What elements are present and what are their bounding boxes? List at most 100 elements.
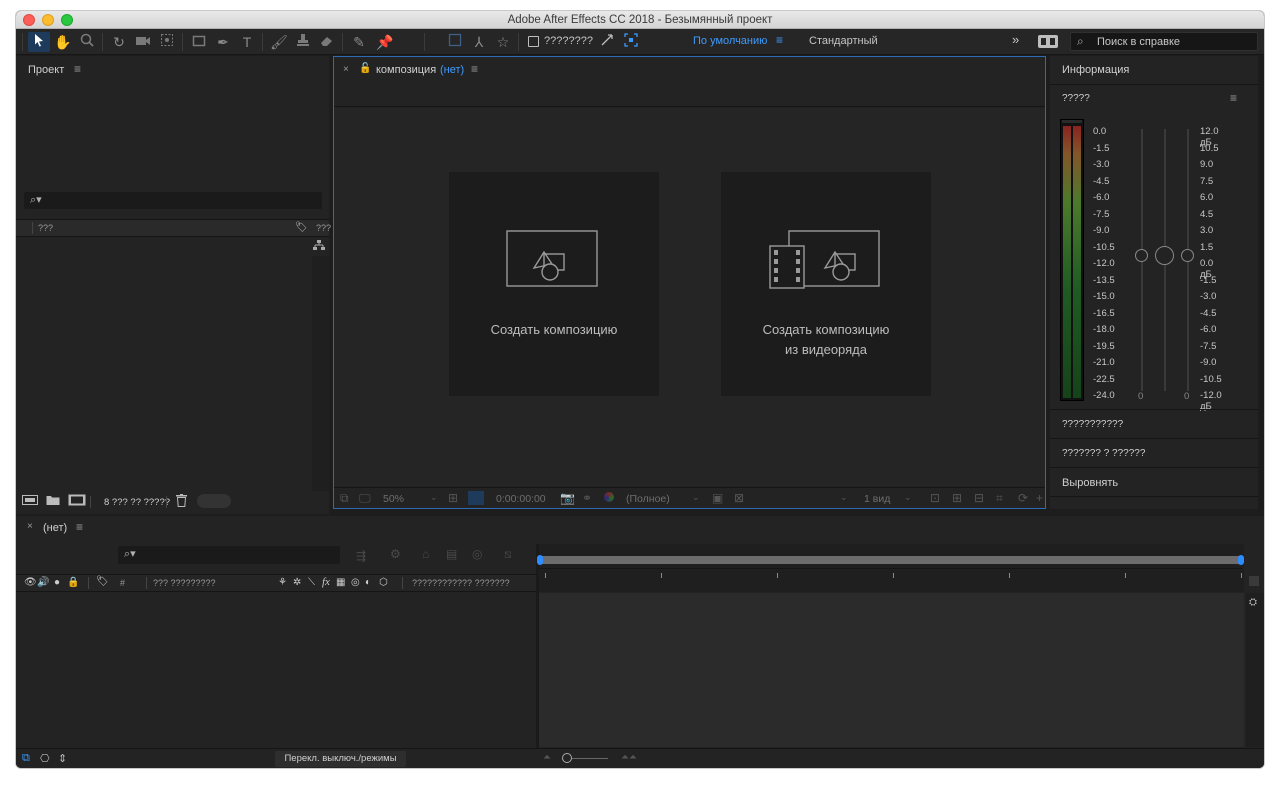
- snap-features-icon[interactable]: [620, 32, 642, 52]
- footer-slider[interactable]: [197, 494, 231, 508]
- reset-exposure-icon[interactable]: ⟳: [1018, 491, 1028, 505]
- graph-editor-icon[interactable]: ⧅: [504, 547, 512, 562]
- brush-tool-icon[interactable]: 🖌: [268, 32, 290, 52]
- zoom-in-mountains-icon[interactable]: ⏶⏶: [621, 752, 637, 763]
- world-axis-icon[interactable]: ⅄: [468, 32, 490, 52]
- label-tag-icon[interactable]: 🏷: [295, 222, 308, 233]
- motion-blur-switch-icon[interactable]: ◎: [351, 577, 360, 588]
- new-composition-card[interactable]: Создать композицию: [449, 172, 659, 396]
- bit-depth-button[interactable]: 8 ??? ?? ?????: [104, 497, 170, 508]
- frame-blend-switch-icon[interactable]: ▦: [336, 577, 345, 588]
- timeline-icon[interactable]: ⊟: [974, 491, 984, 505]
- chevron-down-icon[interactable]: ⌄: [692, 492, 700, 503]
- workspace-default[interactable]: По умолчанию: [693, 35, 767, 47]
- transparency-icon[interactable]: ⊠: [734, 491, 744, 505]
- new-composition-icon[interactable]: [68, 494, 86, 509]
- panel-menu-icon[interactable]: ≡: [1230, 91, 1237, 105]
- toggle-pixel-aspect-icon[interactable]: ⊡: [930, 491, 940, 505]
- left-channel-slider[interactable]: [1135, 249, 1148, 262]
- view-layout-dropdown[interactable]: 1 вид: [864, 493, 890, 505]
- timeline-search-input[interactable]: ⌕▾: [118, 546, 340, 564]
- lock-icon[interactable]: 🔒: [67, 577, 79, 588]
- help-search-box[interactable]: ⌕ Поиск в справке: [1070, 32, 1258, 51]
- zoom-slider-thumb[interactable]: [562, 753, 572, 763]
- timeline-graph-area[interactable]: [539, 593, 1244, 747]
- in-out-controls-icon[interactable]: ⇕: [58, 752, 67, 765]
- new-composition-from-footage-card[interactable]: Создать композицию из видеоряда: [721, 172, 931, 396]
- snap-edges-icon[interactable]: [596, 32, 618, 52]
- layer-switches-icon[interactable]: ⧉: [22, 752, 30, 765]
- section-effects-title[interactable]: ??????? ? ??????: [1062, 448, 1145, 459]
- info-panel-title[interactable]: Информация: [1062, 64, 1129, 76]
- toggle-switches-modes-button[interactable]: Перекл. выключ./режимы: [275, 751, 406, 767]
- more-workspaces-icon[interactable]: »: [1012, 32, 1019, 47]
- project-scrollbar[interactable]: [312, 256, 329, 491]
- rectangle-tool-icon[interactable]: [188, 32, 210, 52]
- pan-behind-tool-icon[interactable]: [156, 32, 178, 52]
- local-axis-icon[interactable]: [444, 32, 466, 52]
- section-preview-title[interactable]: ???????????: [1062, 419, 1123, 430]
- zoom-window-button[interactable]: [61, 14, 73, 26]
- rotate-tool-icon[interactable]: ↻: [108, 32, 130, 52]
- trash-icon[interactable]: [176, 494, 187, 510]
- zoom-dropdown[interactable]: 50%: [383, 493, 404, 505]
- selection-tool-icon[interactable]: [28, 32, 50, 52]
- panel-menu-icon[interactable]: ≡: [76, 520, 83, 534]
- transfer-controls-icon[interactable]: ⎔: [40, 752, 50, 765]
- flowchart-icon[interactable]: [313, 240, 325, 254]
- comp-marker-bin-icon[interactable]: [1249, 576, 1259, 586]
- view-axis-icon[interactable]: ☆: [492, 32, 514, 52]
- snapping-checkbox[interactable]: [528, 36, 539, 47]
- work-area-bar[interactable]: [539, 556, 1242, 564]
- color-channel-icon[interactable]: [604, 492, 614, 502]
- collapse-switch-icon[interactable]: ✲: [293, 577, 301, 588]
- close-tab-icon[interactable]: ×: [27, 521, 33, 532]
- solo-icon[interactable]: ●: [54, 577, 60, 588]
- help-search-input[interactable]: Поиск в справке: [1097, 36, 1180, 48]
- column-type[interactable]: ???: [316, 223, 331, 233]
- audio-panel-title[interactable]: ?????: [1062, 93, 1090, 104]
- puppet-pin-tool-icon[interactable]: 📌: [374, 32, 396, 52]
- eraser-tool-icon[interactable]: [316, 32, 338, 52]
- chevron-down-icon[interactable]: ⌄: [904, 492, 912, 503]
- column-name[interactable]: ???: [38, 223, 53, 233]
- align-panel-title[interactable]: Выровнять: [1062, 477, 1118, 489]
- fast-preview-icon[interactable]: ⊞: [952, 491, 962, 505]
- comp-button-icon[interactable]: ⛭: [1249, 597, 1257, 608]
- work-area-end-handle[interactable]: [1238, 555, 1244, 565]
- timeline-tab-title[interactable]: (нет): [43, 522, 67, 534]
- resolution-dropdown[interactable]: (Полное): [626, 493, 670, 505]
- chevron-down-icon[interactable]: ⌄: [840, 492, 848, 503]
- label-tag-icon[interactable]: 🏷: [96, 576, 109, 587]
- panel-menu-icon[interactable]: ≡: [471, 62, 478, 76]
- show-snapshot-icon[interactable]: ⚭: [582, 491, 592, 505]
- column-parent[interactable]: ???????????? ???????: [412, 578, 510, 588]
- current-time[interactable]: 0:00:00:00: [496, 493, 546, 505]
- workspace-menu-icon[interactable]: ≡: [776, 33, 783, 47]
- info-panel-scrollbar[interactable]: [1258, 56, 1264, 509]
- effects-switch-icon[interactable]: fx: [322, 576, 330, 588]
- pen-tool-icon[interactable]: ✒: [212, 32, 234, 52]
- flowchart-icon[interactable]: ⌗: [996, 491, 1003, 506]
- draft-3d-icon[interactable]: ⚙: [390, 547, 401, 561]
- new-folder-icon[interactable]: [46, 494, 60, 509]
- camera-tool-icon[interactable]: [132, 32, 154, 52]
- always-preview-icon[interactable]: ⧉: [340, 491, 349, 506]
- motion-blur-icon[interactable]: ◎: [472, 547, 482, 561]
- roto-brush-tool-icon[interactable]: ✎: [348, 32, 370, 52]
- transparency-grid-icon[interactable]: [468, 491, 484, 505]
- workspace-standard[interactable]: Стандартный: [809, 35, 878, 47]
- quality-switch-icon[interactable]: ⟍: [308, 577, 315, 588]
- eye-icon[interactable]: 👁: [24, 577, 37, 588]
- sync-settings-icon[interactable]: [1038, 35, 1058, 48]
- timeline-scrollbar[interactable]: ⛭: [1246, 593, 1264, 747]
- column-layer-number[interactable]: #: [120, 578, 125, 588]
- panel-menu-icon[interactable]: ≡: [74, 62, 81, 76]
- zoom-tool-icon[interactable]: [76, 32, 98, 52]
- composition-tab-title[interactable]: композиция: [376, 64, 436, 76]
- zoom-out-mountain-icon[interactable]: ⏶: [543, 752, 551, 763]
- clone-stamp-tool-icon[interactable]: [292, 32, 314, 52]
- exposure-plus-icon[interactable]: +: [1036, 491, 1043, 505]
- composition-tab-none[interactable]: (нет): [440, 64, 464, 76]
- hand-tool-icon[interactable]: ✋: [52, 32, 74, 52]
